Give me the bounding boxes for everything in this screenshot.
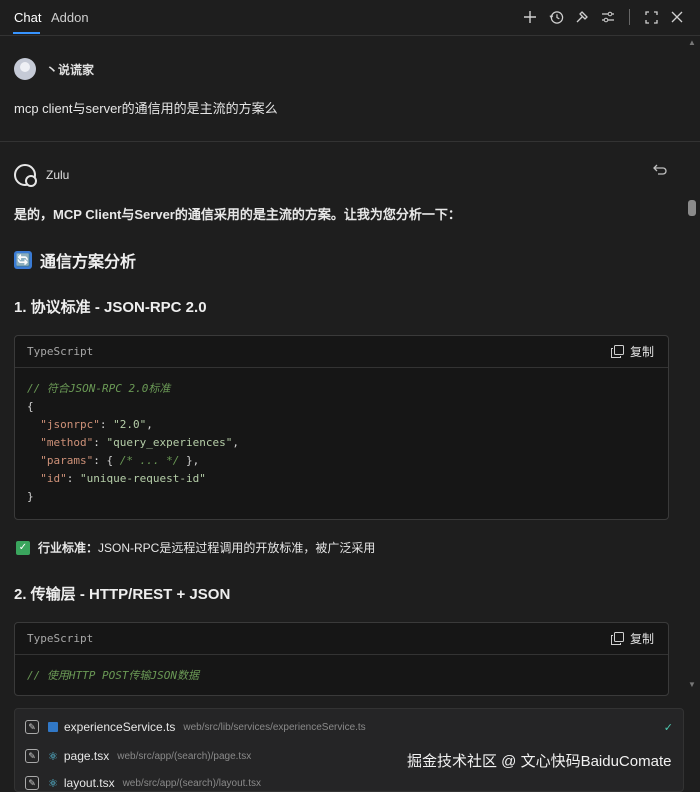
code-key: "jsonrpc" [40, 418, 100, 431]
file-name: page.tsx [63, 749, 110, 763]
code-punct: }, [179, 454, 200, 467]
user-message-header: 丶说谎家 [14, 58, 94, 80]
undo-icon[interactable] [652, 163, 668, 182]
file-path: web/src/lib/services/experienceService.t… [183, 721, 366, 733]
code-block-header: TypeScript 复制 [15, 336, 668, 368]
expand-icon[interactable] [642, 8, 660, 26]
answer-heading: 🔄 通信方案分析 [14, 248, 136, 272]
copy-label: 复制 [629, 345, 654, 359]
code-block-1: TypeScript 复制 // 符合JSON-RPC 2.0标准 { "jso… [14, 335, 669, 520]
refresh-emoji-icon: 🔄 [14, 251, 32, 269]
zulu-logo-icon [14, 164, 37, 187]
toolbar-separator [629, 9, 630, 25]
scroll-up-arrow[interactable]: ▲ [688, 38, 696, 47]
edit-icon[interactable]: ✎ [25, 749, 39, 763]
code-punct: : [93, 436, 107, 449]
toolbar [521, 8, 686, 26]
watermark: 掘金技术社区 @ 文心快码BaiduComate [407, 753, 672, 770]
code-key: "id" [40, 472, 67, 485]
code-comment: // 使用HTTP POST传输JSON数据 [27, 669, 199, 682]
code-block-header: TypeScript 复制 [15, 623, 668, 655]
copy-button[interactable]: 复制 [610, 343, 654, 360]
checkmark-icon: ✓ [663, 721, 673, 734]
code-value: /* ... */ [119, 454, 180, 467]
code-punct: : { [93, 454, 120, 467]
active-tab-indicator [13, 32, 40, 34]
code-block-2: TypeScript 复制 // 使用HTTP POST传输JSON数据 [14, 622, 669, 696]
answer-intro: 是的，MCP Client与Server的通信采用的是主流的方案。让我为您分析一… [14, 207, 461, 222]
bot-message-header: Zulu [14, 164, 70, 187]
scroll-down-arrow[interactable]: ▼ [688, 680, 696, 689]
code-key: "params" [40, 454, 94, 467]
react-file-icon: ⚛ [48, 750, 58, 763]
copy-button[interactable]: 复制 [610, 630, 654, 647]
code-brace-open: { [27, 400, 34, 413]
hammer-icon[interactable] [573, 8, 591, 26]
avatar [14, 58, 36, 80]
tab-chat[interactable]: Chat [14, 10, 41, 25]
history-icon[interactable] [547, 8, 565, 26]
file-path: web/src/app/(search)/page.tsx [117, 750, 252, 762]
code-comment: // 符合JSON-RPC 2.0标准 [27, 382, 171, 395]
copy-icon [610, 632, 624, 645]
code-punct: , [232, 436, 239, 449]
code-key: "method" [40, 436, 94, 449]
sliders-icon[interactable] [599, 8, 617, 26]
code-content: // 使用HTTP POST传输JSON数据 [15, 655, 668, 695]
answer-heading-text: 通信方案分析 [40, 254, 137, 271]
code-punct: : [99, 418, 114, 431]
industry-standard-note: ✓ 行业标准：JSON-RPC是远程过程调用的开放标准，被广泛采用 [16, 539, 375, 556]
note-label: 行业标准： [38, 541, 99, 555]
code-language: TypeScript [27, 632, 94, 645]
note-text: JSON-RPC是远程过程调用的开放标准，被广泛采用 [98, 541, 376, 555]
code-value: "2.0" [113, 418, 147, 431]
code-punct: , [146, 418, 153, 431]
edit-icon[interactable]: ✎ [25, 720, 39, 734]
user-question: mcp client与server的通信用的是主流的方案么 [14, 101, 278, 116]
bot-name: Zulu [46, 168, 70, 182]
plus-icon[interactable] [521, 8, 539, 26]
check-mark-icon: ✓ [16, 540, 30, 555]
code-value: "query_experiences" [106, 436, 233, 449]
code-language: TypeScript [27, 345, 94, 358]
code-value: "unique-request-id" [80, 472, 206, 485]
file-name: experienceService.ts [64, 720, 176, 734]
code-brace-close: } [27, 490, 34, 503]
section-heading-2: 2. 传输层 - HTTP/REST + JSON [14, 586, 231, 603]
message-divider [0, 141, 700, 142]
scrollbar-thumb[interactable] [688, 200, 696, 216]
code-content: // 符合JSON-RPC 2.0标准 { "jsonrpc": "2.0", … [15, 368, 668, 518]
typescript-file-icon [48, 722, 58, 732]
copy-label: 复制 [629, 632, 654, 646]
code-punct: : [66, 472, 80, 485]
file-path: web/src/app/(search)/layout.tsx [122, 777, 261, 789]
file-row[interactable]: ✎ ⚛ layout.tsx web/src/app/(search)/layo… [15, 771, 683, 791]
top-bar: Chat Addon [0, 0, 700, 36]
copy-icon [610, 345, 624, 358]
username: 丶说谎家 [46, 62, 95, 77]
tab-addon[interactable]: Addon [51, 10, 89, 25]
file-row[interactable]: ✎ experienceService.ts web/src/lib/servi… [15, 715, 683, 739]
section-heading-1: 1. 协议标准 - JSON-RPC 2.0 [14, 299, 207, 316]
close-icon[interactable] [668, 8, 686, 26]
